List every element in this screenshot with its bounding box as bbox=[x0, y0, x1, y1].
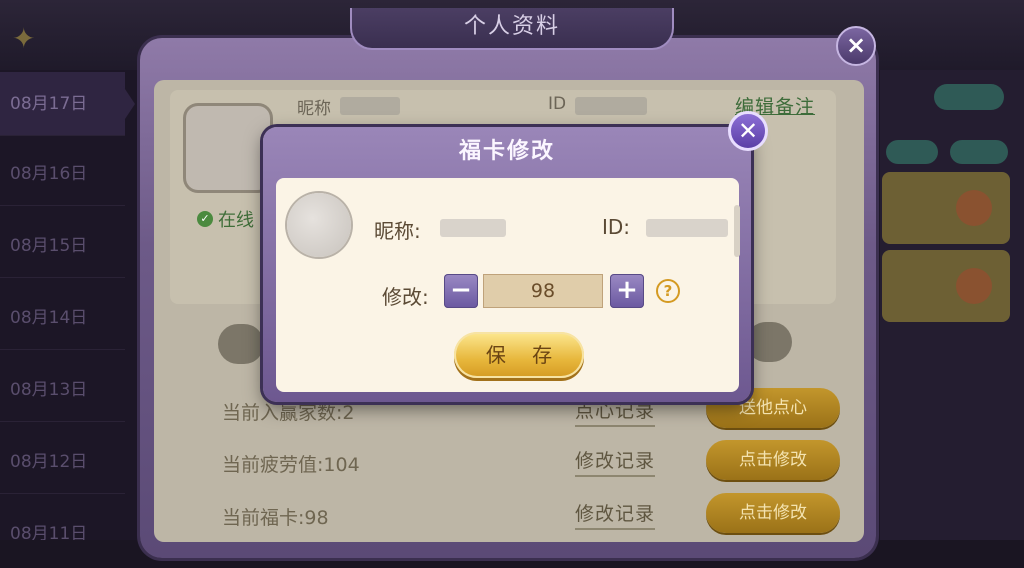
id-label: ID: bbox=[602, 215, 631, 239]
help-icon[interactable]: ? bbox=[656, 279, 680, 303]
date-list: 08月17日 08月16日 08月15日 08月14日 08月13日 08月12… bbox=[0, 70, 135, 568]
decrement-button[interactable]: − bbox=[444, 274, 478, 308]
nickname-label: 昵称: bbox=[374, 219, 421, 243]
date-item[interactable]: 08月16日 bbox=[0, 142, 125, 206]
avatar bbox=[186, 106, 270, 190]
date-item[interactable]: 08月14日 bbox=[0, 286, 125, 350]
tab-button-right[interactable] bbox=[746, 322, 792, 362]
record-link[interactable]: 修改记录 bbox=[575, 446, 656, 477]
profile-title: 个人资料 bbox=[350, 8, 674, 50]
date-item[interactable]: 08月13日 bbox=[0, 358, 125, 422]
scrollbar[interactable] bbox=[734, 205, 740, 257]
nickname-value-redacted bbox=[440, 219, 506, 237]
record-link[interactable]: 修改记录 bbox=[575, 499, 656, 530]
avatar bbox=[287, 193, 351, 257]
date-item[interactable]: 08月15日 bbox=[0, 214, 125, 278]
close-icon[interactable]: ✕ bbox=[728, 111, 768, 151]
save-button[interactable]: 保 存 bbox=[454, 332, 584, 378]
date-item[interactable]: 08月12日 bbox=[0, 430, 125, 494]
quantity-stepper[interactable]: 98 bbox=[483, 274, 603, 308]
background-card bbox=[882, 172, 1010, 244]
background-pill-button[interactable] bbox=[950, 140, 1008, 164]
stat-text: 当前疲劳值:104 bbox=[222, 454, 360, 476]
tab-button-left[interactable] bbox=[218, 324, 264, 364]
stat-text: 当前入赢家数:2 bbox=[222, 402, 355, 424]
check-icon: ✓ bbox=[197, 211, 213, 227]
corner-decoration-icon: ✦ bbox=[12, 22, 36, 55]
online-status: 在线 bbox=[218, 210, 254, 231]
date-item[interactable]: 08月17日 bbox=[0, 72, 135, 136]
edit-label: 修改: bbox=[382, 285, 429, 309]
id-value-redacted bbox=[646, 219, 728, 237]
id-label: ID bbox=[548, 94, 567, 114]
action-button[interactable]: 点击修改 bbox=[706, 440, 840, 480]
id-value-redacted bbox=[575, 97, 647, 115]
nickname-value-redacted bbox=[340, 97, 400, 115]
stat-text: 当前福卡:98 bbox=[222, 507, 329, 529]
close-icon[interactable]: × bbox=[836, 26, 876, 66]
nickname-label: 昵称 bbox=[297, 99, 331, 119]
background-card bbox=[882, 250, 1010, 322]
dialog-title: 福卡修改 bbox=[458, 139, 555, 164]
background-pill-button[interactable] bbox=[934, 84, 1004, 110]
action-button[interactable]: 点击修改 bbox=[706, 493, 840, 533]
background-pill-button[interactable] bbox=[886, 140, 938, 164]
increment-button[interactable]: + bbox=[610, 274, 644, 308]
